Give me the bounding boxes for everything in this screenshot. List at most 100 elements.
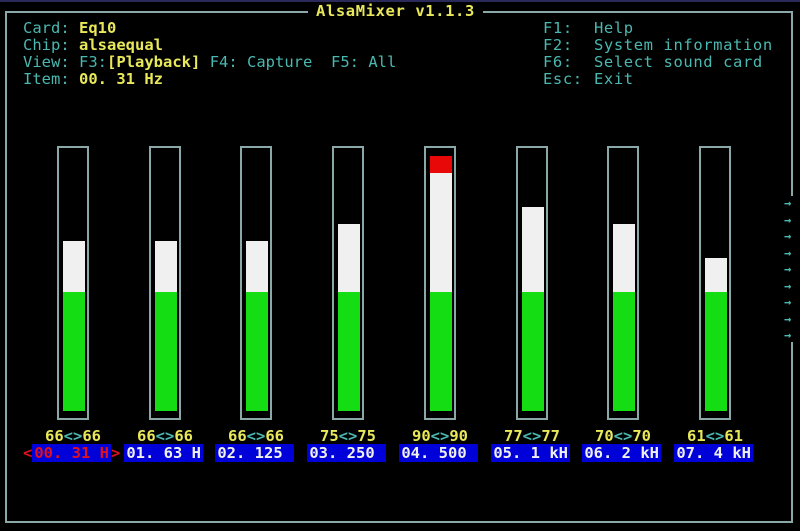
scroll-arrow-icon: → <box>784 196 792 210</box>
level-green <box>522 292 544 309</box>
level-green <box>613 343 635 360</box>
control-name[interactable]: 06. 2 kH <box>573 444 661 462</box>
level-green <box>338 309 360 326</box>
level-green <box>246 326 268 343</box>
level-green <box>430 343 452 360</box>
selection-left-marker: < <box>23 444 33 462</box>
volume-left: 66 <box>227 427 247 445</box>
volume-value: 66<>66 <box>210 428 302 445</box>
scroll-arrow-icon: → <box>784 311 792 326</box>
level-white <box>430 241 452 258</box>
level-green <box>338 377 360 394</box>
control-name-selected[interactable]: <00. 31 H > <box>23 444 120 462</box>
app-title: AlsaMixer v1.1.3 <box>308 2 483 20</box>
level-white <box>246 275 268 292</box>
view-all[interactable]: F5: All <box>331 53 396 71</box>
level-white <box>430 275 452 292</box>
level-green <box>705 292 727 309</box>
card-line: Card: Eq10 <box>23 19 117 37</box>
volume-slider[interactable] <box>240 146 272 420</box>
level-white <box>155 241 177 258</box>
level-white <box>63 275 85 292</box>
level-green <box>155 377 177 394</box>
chip-line: Chip: alsaequal <box>23 36 164 54</box>
volume-value: 61<>61 <box>669 428 761 445</box>
volume-left: 75 <box>319 427 339 445</box>
level-white <box>430 173 452 190</box>
volume-right: 70 <box>632 427 651 445</box>
volume-left: 66 <box>44 427 64 445</box>
level-green <box>338 394 360 411</box>
view-line: View: F3:[Playback] F4: Capture F5: All <box>23 53 397 71</box>
level-white <box>705 275 727 292</box>
level-red <box>430 156 452 173</box>
volume-slider[interactable] <box>516 146 548 420</box>
level-green <box>522 309 544 326</box>
level-green <box>430 394 452 411</box>
level-green <box>155 360 177 377</box>
control-name[interactable]: 07. 4 kH <box>665 444 753 462</box>
volume-right: 66 <box>174 427 193 445</box>
level-white <box>430 190 452 207</box>
control-label: 02. 125 <box>215 444 294 462</box>
help-f1[interactable]: F1: Help <box>543 20 634 37</box>
volume-right: 77 <box>541 427 560 445</box>
volume-slider[interactable] <box>149 146 181 420</box>
level-green <box>63 309 85 326</box>
scroll-arrow-icon: → <box>784 278 792 293</box>
level-white <box>613 258 635 275</box>
level-green <box>155 394 177 411</box>
control-label: 07. 4 kH <box>674 444 753 462</box>
volume-value: 70<>70 <box>577 428 669 445</box>
level-green <box>705 360 727 377</box>
view-capture[interactable]: F4: Capture <box>210 53 313 71</box>
level-white <box>522 258 544 275</box>
level-green <box>246 292 268 309</box>
help-f6[interactable]: F6: Select sound card <box>543 54 763 71</box>
level-white <box>338 275 360 292</box>
control-name[interactable]: 05. 1 kH <box>482 444 570 462</box>
level-green <box>155 309 177 326</box>
help-f2[interactable]: F2: System information <box>543 37 773 54</box>
item-line: Item: 00. 31 Hz <box>23 70 164 88</box>
control-name[interactable]: 01. 63 H <box>115 444 203 462</box>
help-esc[interactable]: Esc: Exit <box>543 71 634 88</box>
volume-value: 77<>77 <box>486 428 578 445</box>
control-name[interactable]: 03. 250 <box>298 444 386 462</box>
level-green <box>246 377 268 394</box>
level-green <box>430 377 452 394</box>
volume-right: 66 <box>82 427 101 445</box>
view-playback[interactable]: [Playback] <box>107 53 200 71</box>
volume-value: 66<>66 <box>27 428 119 445</box>
volume-right: 61 <box>724 427 743 445</box>
level-green <box>430 326 452 343</box>
level-white <box>613 275 635 292</box>
volume-slider[interactable] <box>607 146 639 420</box>
level-green <box>705 343 727 360</box>
control-name[interactable]: 04. 500 <box>390 444 478 462</box>
level-white <box>705 258 727 275</box>
volume-slider[interactable] <box>699 146 731 420</box>
volume-right: 90 <box>449 427 468 445</box>
level-green <box>522 326 544 343</box>
control-name[interactable]: 02. 125 <box>206 444 294 462</box>
volume-value: 75<>75 <box>302 428 394 445</box>
volume-right: 75 <box>357 427 376 445</box>
volume-slider[interactable] <box>424 146 456 420</box>
volume-slider[interactable] <box>332 146 364 420</box>
scroll-arrow-icon: → <box>784 262 792 276</box>
scroll-indicator[interactable]: → → → → → → → → → <box>784 195 798 344</box>
level-white <box>155 275 177 292</box>
volume-slider[interactable] <box>57 146 89 420</box>
volume-separator: <> <box>522 427 542 445</box>
level-white <box>155 258 177 275</box>
level-green <box>246 343 268 360</box>
control-label: 00. 31 H <box>32 444 111 462</box>
scroll-arrow-icon: → <box>784 328 792 342</box>
level-green <box>155 326 177 343</box>
level-green <box>155 292 177 309</box>
level-white <box>338 224 360 241</box>
level-green <box>63 394 85 411</box>
level-white <box>613 224 635 241</box>
level-white <box>522 241 544 258</box>
